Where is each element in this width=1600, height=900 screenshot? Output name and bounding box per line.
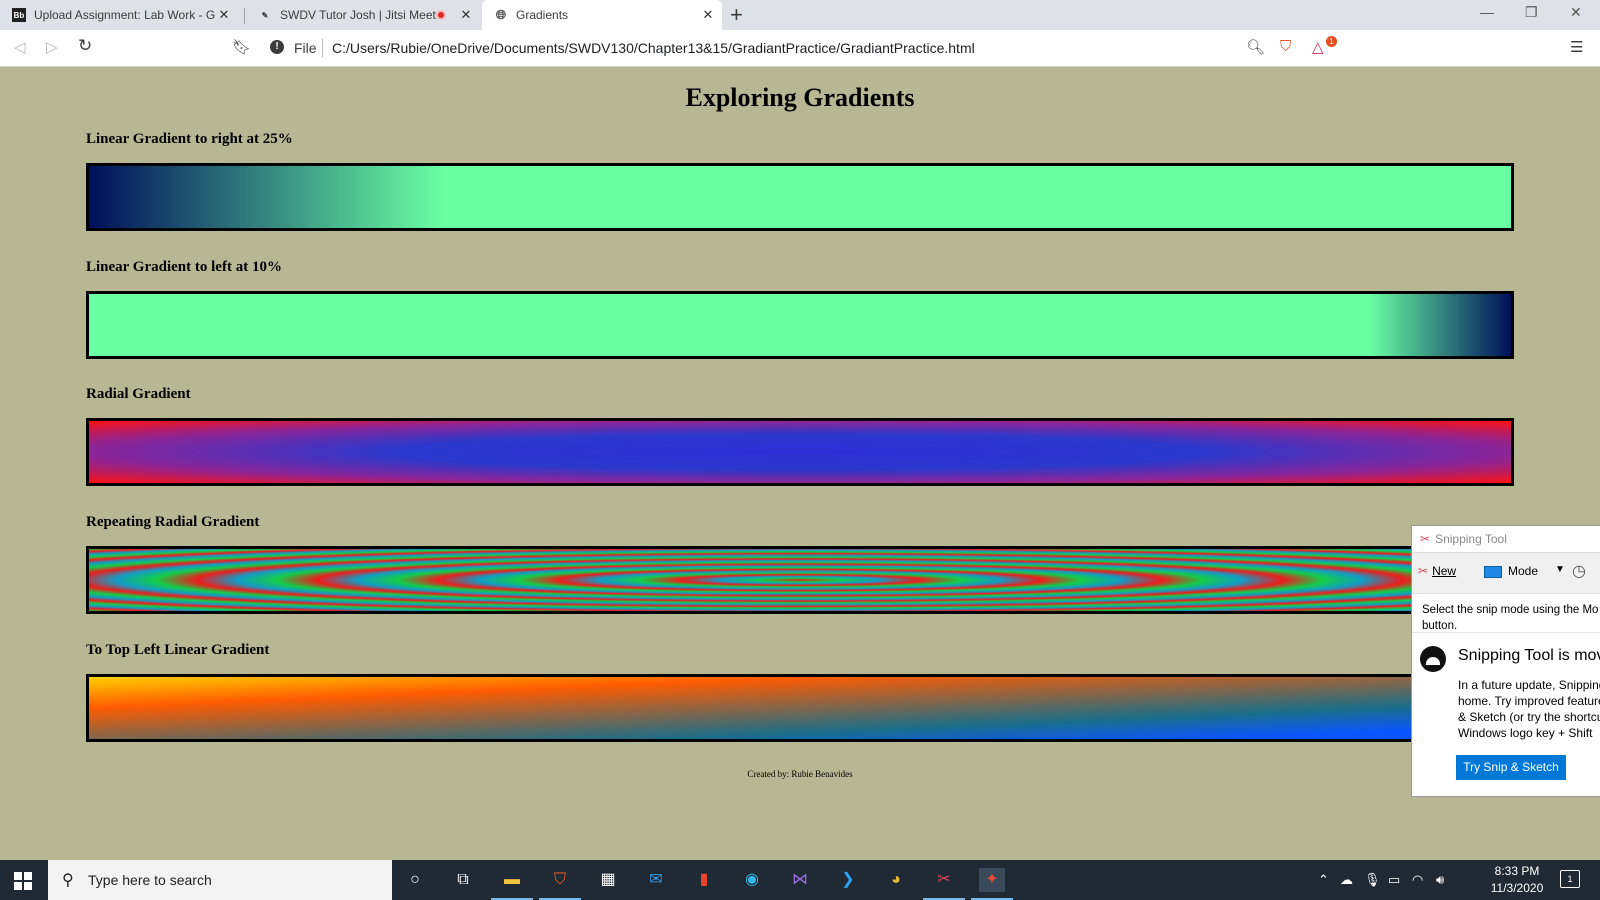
tab-label: Gradients xyxy=(516,8,569,22)
task-view-icon[interactable]: ⧉ xyxy=(450,868,476,892)
notice-line: In a future update, Snipping xyxy=(1458,678,1600,692)
mode-label: Mode xyxy=(1508,564,1539,578)
file-explorer-icon[interactable]: ▬ xyxy=(491,868,533,900)
clock-date: 11/3/2020 xyxy=(1490,881,1544,895)
windows-taskbar: ⚲ Type here to search ○ ⧉ ▬ ⛉ ▦ ✉ ▮ ◉ ⋈ … xyxy=(0,860,1600,900)
url-divider xyxy=(322,39,323,57)
window-title: Snipping Tool xyxy=(1435,532,1507,546)
snip-instructions: Select the snip mode using the Mo button… xyxy=(1422,602,1598,634)
gradient-box-top-left-linear xyxy=(86,674,1514,742)
wifi-icon[interactable]: ◠ xyxy=(1412,872,1423,888)
address-bar-url[interactable]: C:/Users/Rubie/OneDrive/Documents/SWDV13… xyxy=(332,40,975,56)
browser-toolbar: ◁ ▷ ↻ 🔖︎ ! File C:/Users/Rubie/OneDrive/… xyxy=(0,30,1600,67)
restore-button[interactable]: ❐ xyxy=(1525,4,1538,21)
visual-studio-icon[interactable]: ⋈ xyxy=(787,868,813,892)
try-snip-sketch-button[interactable]: Try Snip & Sketch xyxy=(1456,755,1566,780)
brave-rewards-icon[interactable]: △ xyxy=(1312,38,1324,56)
snipping-tool-toolbar: ✂ New Mode ▼ ◷ xyxy=(1412,552,1600,594)
delay-clock-icon[interactable]: ◷ xyxy=(1572,561,1586,581)
microphone-icon[interactable]: 🎙︎ xyxy=(1364,872,1381,888)
reload-icon[interactable]: ↻ xyxy=(78,36,92,56)
show-hidden-icons-chevron-icon[interactable]: ⌃ xyxy=(1318,872,1329,888)
scissors-icon: ✂ xyxy=(1418,564,1429,578)
browser-tab-strip: Bb Upload Assignment: Lab Work - Gr ✕ ✎ … xyxy=(0,0,1600,30)
notice-line: & Sketch (or try the shortcu xyxy=(1458,710,1600,724)
notice-body: In a future update, Snipping home. Try i… xyxy=(1458,677,1600,741)
mode-button[interactable]: Mode xyxy=(1484,564,1538,578)
tab-divider xyxy=(244,8,245,24)
recording-indicator-icon xyxy=(436,10,446,20)
scissors-icon: ✂ xyxy=(1420,532,1431,546)
clock-time: 8:33 PM xyxy=(1494,864,1540,878)
close-window-button[interactable]: ✕ xyxy=(1570,4,1582,21)
instruction-line: Select the snip mode using the Mo xyxy=(1422,604,1599,616)
onedrive-cloud-icon[interactable]: ☁ xyxy=(1340,872,1353,888)
gradient-box-repeating-radial xyxy=(86,546,1514,614)
section-heading-radial: Radial Gradient xyxy=(86,386,191,402)
section-heading-linear-right: Linear Gradient to right at 25% xyxy=(86,131,293,147)
bookmark-icon[interactable]: 🔖︎ xyxy=(232,38,251,56)
mode-dropdown-caret-icon[interactable]: ▼ xyxy=(1555,564,1565,575)
brave-browser-icon[interactable]: ⛉ xyxy=(539,868,581,900)
section-heading-linear-left: Linear Gradient to left at 10% xyxy=(86,259,282,275)
search-icon: ⚲ xyxy=(62,872,74,889)
snip-sketch-logo-icon xyxy=(1420,646,1446,672)
back-icon[interactable]: ◁ xyxy=(14,38,26,56)
url-scheme-label: File xyxy=(294,40,317,56)
office-icon[interactable]: ▮ xyxy=(691,868,717,892)
mail-icon[interactable]: ✉ xyxy=(643,868,669,892)
notification-center-icon[interactable]: 1 xyxy=(1560,870,1580,888)
pen-favicon-icon: ✎ xyxy=(261,10,269,20)
rewards-badge: 1 xyxy=(1326,36,1337,47)
page-title: Exploring Gradients xyxy=(685,83,915,112)
new-snip-button[interactable]: ✂ New xyxy=(1418,564,1456,578)
minimize-button[interactable]: — xyxy=(1480,4,1494,20)
tab-label: Upload Assignment: Lab Work - Gr xyxy=(34,8,216,22)
cortana-icon[interactable]: ○ xyxy=(402,868,428,892)
tab-upload-assignment[interactable]: Bb Upload Assignment: Lab Work - Gr ✕ xyxy=(0,0,238,30)
windows-start-icon[interactable] xyxy=(14,872,32,890)
menu-icon[interactable]: ☰ xyxy=(1570,38,1583,56)
tab-label: SWDV Tutor Josh | Jitsi Meet xyxy=(280,8,436,22)
gradient-box-linear-right xyxy=(86,163,1514,231)
close-tab-icon[interactable]: ✕ xyxy=(216,7,232,23)
forward-icon[interactable]: ▷ xyxy=(46,38,58,56)
notice-line: Windows logo key + Shift xyxy=(1458,726,1593,740)
tab-jitsi-meet[interactable]: ✎ SWDV Tutor Josh | Jitsi Meet ✕ xyxy=(246,0,480,30)
pinned-app-icon[interactable]: ✦ xyxy=(971,868,1013,900)
snipping-tool-title: ✂ Snipping Tool xyxy=(1420,532,1507,546)
new-label: New xyxy=(1432,564,1457,578)
site-info-icon[interactable]: ! xyxy=(270,40,284,54)
new-tab-button[interactable]: + xyxy=(730,3,743,27)
taskbar-search-box[interactable]: ⚲ Type here to search xyxy=(48,860,392,900)
blackboard-favicon: Bb xyxy=(12,8,26,22)
brave-shield-icon[interactable]: ⛉ xyxy=(1280,38,1291,55)
snipping-tool-icon[interactable]: ✂ xyxy=(923,868,965,900)
gradient-box-linear-left xyxy=(86,291,1514,359)
page-credit: Created by: Rubie Benavides xyxy=(747,769,853,779)
section-heading-repeating-radial: Repeating Radial Gradient xyxy=(86,514,260,530)
close-tab-icon[interactable]: ✕ xyxy=(458,7,474,23)
snipping-tool-window: ✂ Snipping Tool ✂ New Mode ▼ ◷ Select the … xyxy=(1411,525,1600,797)
snip-moving-notice: Snipping Tool is mov In a future update,… xyxy=(1412,632,1600,796)
microsoft-store-icon[interactable]: ▦ xyxy=(595,868,621,892)
zoom-icon[interactable]: 🔍︎ xyxy=(1246,38,1265,56)
gradient-box-radial xyxy=(86,418,1514,486)
chrome-icon[interactable]: ◕ xyxy=(883,868,909,892)
edge-icon[interactable]: ◉ xyxy=(739,868,765,892)
section-heading-top-left-linear: To Top Left Linear Gradient xyxy=(86,642,270,658)
system-clock[interactable]: 8:33 PM 11/3/2020 xyxy=(1482,863,1552,897)
vs-code-icon[interactable]: ❯ xyxy=(835,868,861,892)
tab-gradients[interactable]: 🌐︎ Gradients ✕ xyxy=(482,0,722,30)
close-tab-icon[interactable]: ✕ xyxy=(700,7,716,23)
search-placeholder: Type here to search xyxy=(88,872,212,888)
rectangle-mode-icon xyxy=(1484,565,1502,578)
notice-line: home. Try improved feature xyxy=(1458,694,1600,708)
battery-icon[interactable]: ▭ xyxy=(1388,872,1400,888)
globe-favicon-icon: 🌐︎ xyxy=(495,7,507,22)
volume-icon[interactable]: 🔊︎ xyxy=(1436,872,1444,888)
notice-heading: Snipping Tool is mov xyxy=(1458,647,1600,664)
